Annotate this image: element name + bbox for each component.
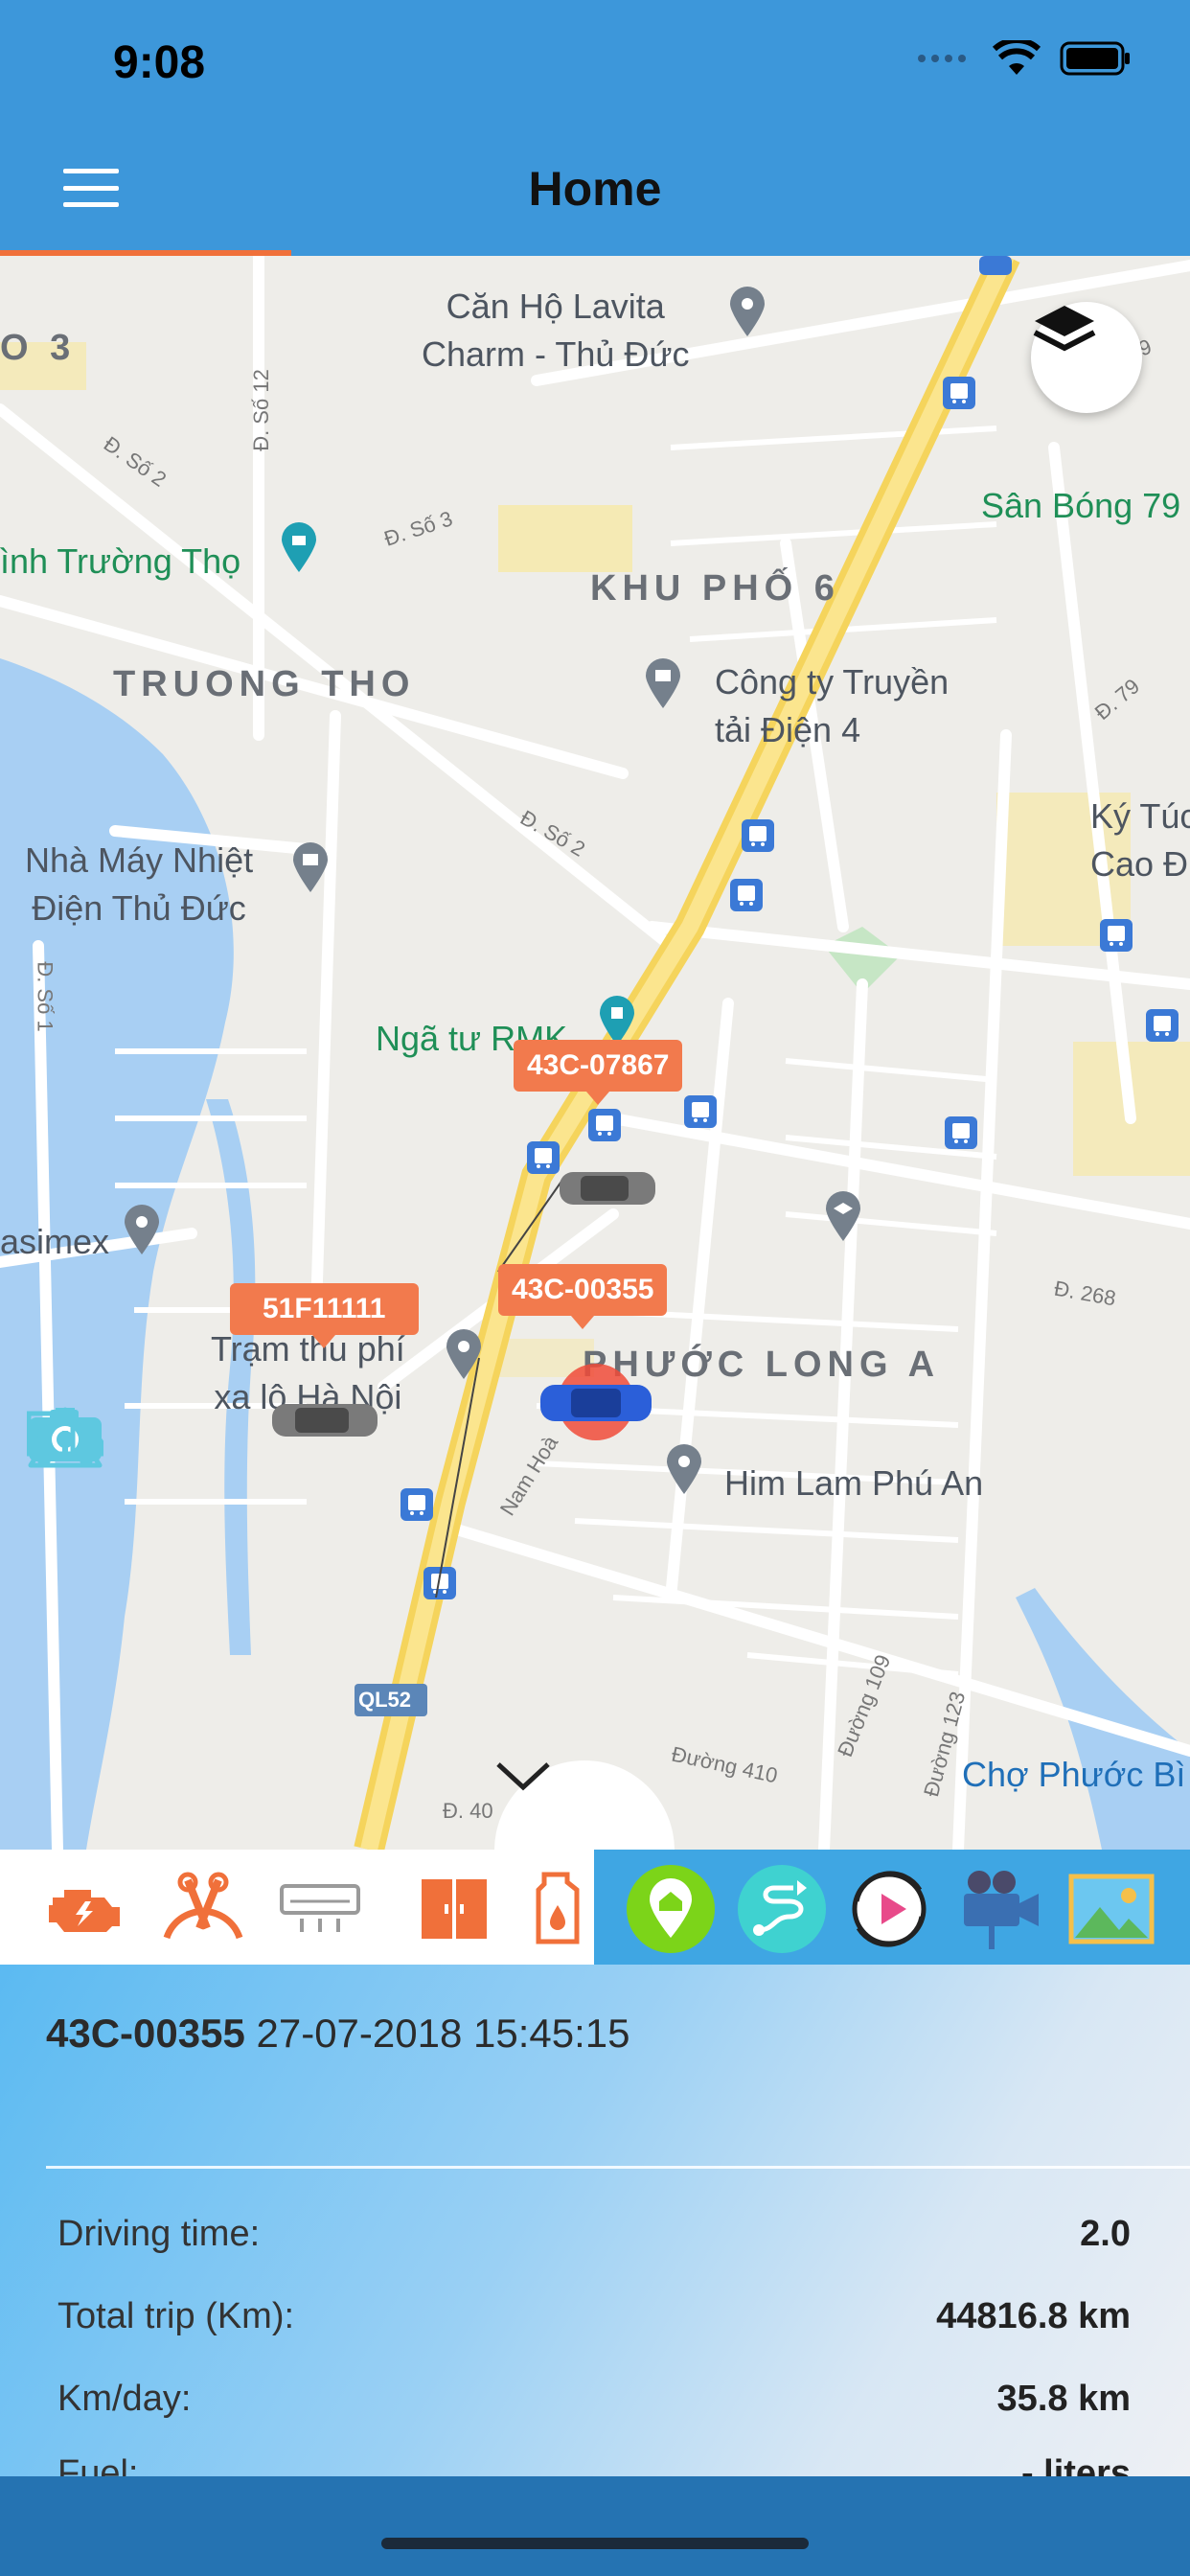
info-label: Km/day: bbox=[57, 2379, 192, 2419]
playback-icon[interactable] bbox=[843, 1863, 935, 1955]
home-indicator-bar bbox=[0, 2476, 1190, 2576]
info-row: Total trip (Km): 44816.8 km bbox=[57, 2296, 1131, 2337]
info-row: Km/day: 35.8 km bbox=[57, 2379, 1131, 2420]
vehicle-plate: 43C-00355 bbox=[46, 2011, 245, 2056]
route-icon[interactable] bbox=[736, 1863, 828, 1955]
chevron-down-icon bbox=[496, 1762, 550, 1791]
info-row: Fuel: - liters bbox=[57, 2453, 1131, 2476]
battery-icon bbox=[1060, 41, 1130, 76]
vehicle-toolbar bbox=[0, 1850, 1190, 1965]
signal-icon bbox=[918, 55, 966, 62]
status-time: 9:08 bbox=[113, 37, 206, 88]
image-icon[interactable] bbox=[1065, 1863, 1157, 1955]
wifi-icon bbox=[993, 40, 1041, 75]
vehicle-tag[interactable]: 43C-07867 bbox=[514, 1040, 683, 1105]
status-icons bbox=[916, 40, 1133, 77]
engine-icon[interactable] bbox=[38, 1863, 130, 1955]
door-icon[interactable] bbox=[408, 1863, 500, 1955]
selected-vehicle-icon[interactable] bbox=[537, 1364, 661, 1440]
page-title: Home bbox=[528, 162, 662, 216]
vehicle-info-panel: 43C-00355 27-07-2018 15:45:15 Driving ti… bbox=[0, 1965, 1190, 2476]
home-location-icon[interactable] bbox=[625, 1863, 717, 1955]
vehicle-tag[interactable]: 43C-00355 bbox=[498, 1264, 668, 1329]
layers-icon bbox=[1033, 306, 1096, 352]
vehicle-header: 43C-00355 27-07-2018 15:45:15 bbox=[46, 2011, 630, 2057]
map-view[interactable]: Căn Hộ Lavita Charm - Thủ Đức O 3 Sân Bó… bbox=[0, 256, 1190, 1850]
vehicle-car-icon[interactable] bbox=[268, 1396, 383, 1444]
warning-icon[interactable] bbox=[27, 1406, 103, 1469]
wrench-icon[interactable] bbox=[157, 1863, 249, 1955]
vehicle-timestamp: 27-07-2018 15:45:15 bbox=[256, 2011, 630, 2056]
info-value: 35.8 km bbox=[996, 2379, 1131, 2419]
top-bar: 9:08 Home bbox=[0, 0, 1190, 256]
fuel-can-icon[interactable] bbox=[512, 1863, 604, 1955]
info-value: 44816.8 km bbox=[936, 2296, 1131, 2336]
video-camera-icon[interactable] bbox=[954, 1863, 1046, 1955]
info-value: - liters bbox=[1020, 2453, 1131, 2476]
info-label: Fuel: bbox=[57, 2453, 139, 2476]
info-label: Total trip (Km): bbox=[57, 2296, 295, 2336]
vehicle-tag[interactable]: 51F11111 bbox=[230, 1283, 419, 1348]
info-label: Driving time: bbox=[57, 2214, 261, 2254]
vehicle-car-icon[interactable] bbox=[556, 1164, 661, 1212]
info-row: Driving time: 2.0 bbox=[57, 2214, 1131, 2255]
air-conditioner-icon[interactable] bbox=[274, 1863, 366, 1955]
divider bbox=[46, 2166, 1190, 2169]
info-value: 2.0 bbox=[1080, 2214, 1131, 2254]
home-indicator[interactable] bbox=[381, 2538, 809, 2549]
map-layers-button[interactable] bbox=[1031, 302, 1142, 413]
